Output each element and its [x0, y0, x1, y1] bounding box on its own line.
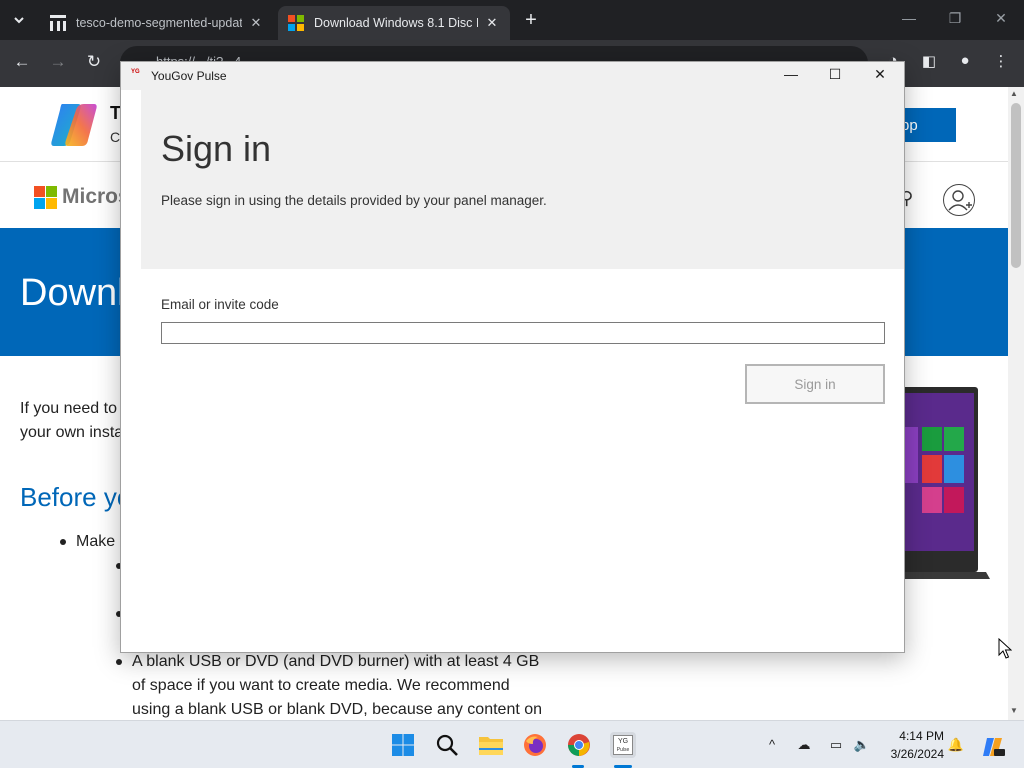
reload-icon[interactable]: ↻	[82, 52, 106, 72]
microsoft-logo-icon	[288, 15, 304, 31]
tab-tesco-demo[interactable]: tesco-demo-segmented-updat ✕	[40, 6, 274, 40]
volume-muted-icon[interactable]: 🔈	[852, 737, 872, 753]
signin-header-panel	[141, 90, 904, 269]
new-tab-button[interactable]: +	[520, 9, 542, 31]
email-or-invite-code-input[interactable]	[161, 322, 885, 344]
tab-search-chevron-icon[interactable]	[6, 7, 32, 33]
windows-taskbar: YG Pulse ^ ☁ ▭ 🔈 4:14 PM 3/26/2024 🔔	[0, 720, 1024, 768]
yougov-pulse-taskbar-icon[interactable]: YG Pulse	[610, 732, 636, 758]
tab-close-icon[interactable]: ✕	[484, 15, 500, 31]
hero-title: Downl	[20, 272, 126, 314]
bullet-item: using a blank USB or blank DVD, because …	[132, 701, 543, 718]
browser-close-icon[interactable]: ✕	[978, 10, 1024, 27]
onedrive-offline-icon[interactable]: ☁	[794, 737, 814, 753]
bullet-dot	[60, 539, 66, 545]
tab-download-windows[interactable]: Download Windows 8.1 Disc Im ✕	[278, 6, 510, 40]
tab-close-icon[interactable]: ✕	[248, 15, 264, 31]
yougov-app-icon: YG	[131, 69, 144, 82]
yougov-taskbar-label: YG	[617, 738, 629, 745]
signin-instructions: Please sign in using the details provide…	[161, 193, 547, 208]
taskbar-search-icon[interactable]	[434, 732, 460, 758]
firefox-icon[interactable]	[522, 732, 548, 758]
notification-bell-icon[interactable]: 🔔	[946, 737, 966, 753]
minimize-icon[interactable]: —	[769, 66, 813, 82]
email-field-label: Email or invite code	[161, 297, 279, 312]
window-titlebar[interactable]: YG YouGov Pulse — ☐ ✕	[121, 62, 904, 90]
account-icon[interactable]	[943, 184, 975, 216]
clock-date[interactable]: 3/26/2024	[884, 747, 944, 761]
tray-overflow-chevron-icon[interactable]: ^	[762, 737, 782, 752]
scroll-up-arrow-icon[interactable]: ▲	[1010, 89, 1018, 98]
clock-time[interactable]: 4:14 PM	[894, 729, 944, 743]
copilot-subtitle: C	[110, 129, 121, 145]
browser-minimize-icon[interactable]: —	[886, 10, 932, 26]
file-explorer-icon[interactable]	[478, 732, 504, 758]
yougov-pulse-window: YG YouGov Pulse — ☐ ✕ Sign in Please sig…	[120, 61, 905, 653]
close-icon[interactable]: ✕	[858, 66, 902, 83]
bullet-item: of space if you want to create media. We…	[132, 677, 510, 694]
tab-title: tesco-demo-segmented-updat	[76, 16, 242, 30]
signin-button[interactable]: Sign in	[745, 364, 885, 404]
windows-laptop-image	[900, 387, 990, 579]
display-icon[interactable]: ▭	[826, 737, 846, 753]
scrollbar-thumb[interactable]	[1011, 103, 1021, 268]
back-arrow-icon[interactable]: ←	[10, 52, 34, 72]
chrome-icon[interactable]	[566, 732, 592, 758]
yougov-taskbar-sublabel: Pulse	[616, 747, 630, 753]
bullet-item: Make	[76, 533, 116, 550]
intro-text-line: If you need to	[20, 400, 117, 417]
forward-arrow-icon[interactable]: →	[46, 52, 70, 72]
start-windows-icon[interactable]	[390, 732, 416, 758]
microsoft-logo-icon[interactable]	[34, 186, 57, 209]
bullet-dot	[116, 659, 122, 665]
profile-icon[interactable]: ●	[954, 52, 976, 69]
maximize-icon[interactable]: ☐	[813, 66, 857, 83]
gov-building-icon	[50, 15, 66, 31]
bullet-item: A blank USB or DVD (and DVD burner) with…	[132, 653, 540, 670]
browser-restore-icon[interactable]: ❐	[932, 10, 978, 27]
intro-text-line: your own insta	[20, 424, 124, 441]
app-icon-label: YG	[131, 69, 140, 75]
copilot-preview-icon[interactable]	[980, 737, 1006, 760]
side-panel-icon[interactable]: ◧	[918, 52, 940, 70]
tab-title: Download Windows 8.1 Disc Im	[314, 16, 478, 30]
mouse-cursor-icon	[998, 638, 1012, 659]
scroll-down-arrow-icon[interactable]: ▼	[1010, 706, 1018, 715]
browser-tabstrip: tesco-demo-segmented-updat ✕ Download Wi…	[0, 0, 1024, 40]
copilot-logo-icon	[51, 104, 97, 146]
signin-heading: Sign in	[161, 128, 272, 169]
section-heading: Before yo	[20, 482, 132, 512]
window-title: YouGov Pulse	[151, 69, 227, 83]
browser-menu-icon[interactable]: ⋮	[990, 52, 1012, 70]
